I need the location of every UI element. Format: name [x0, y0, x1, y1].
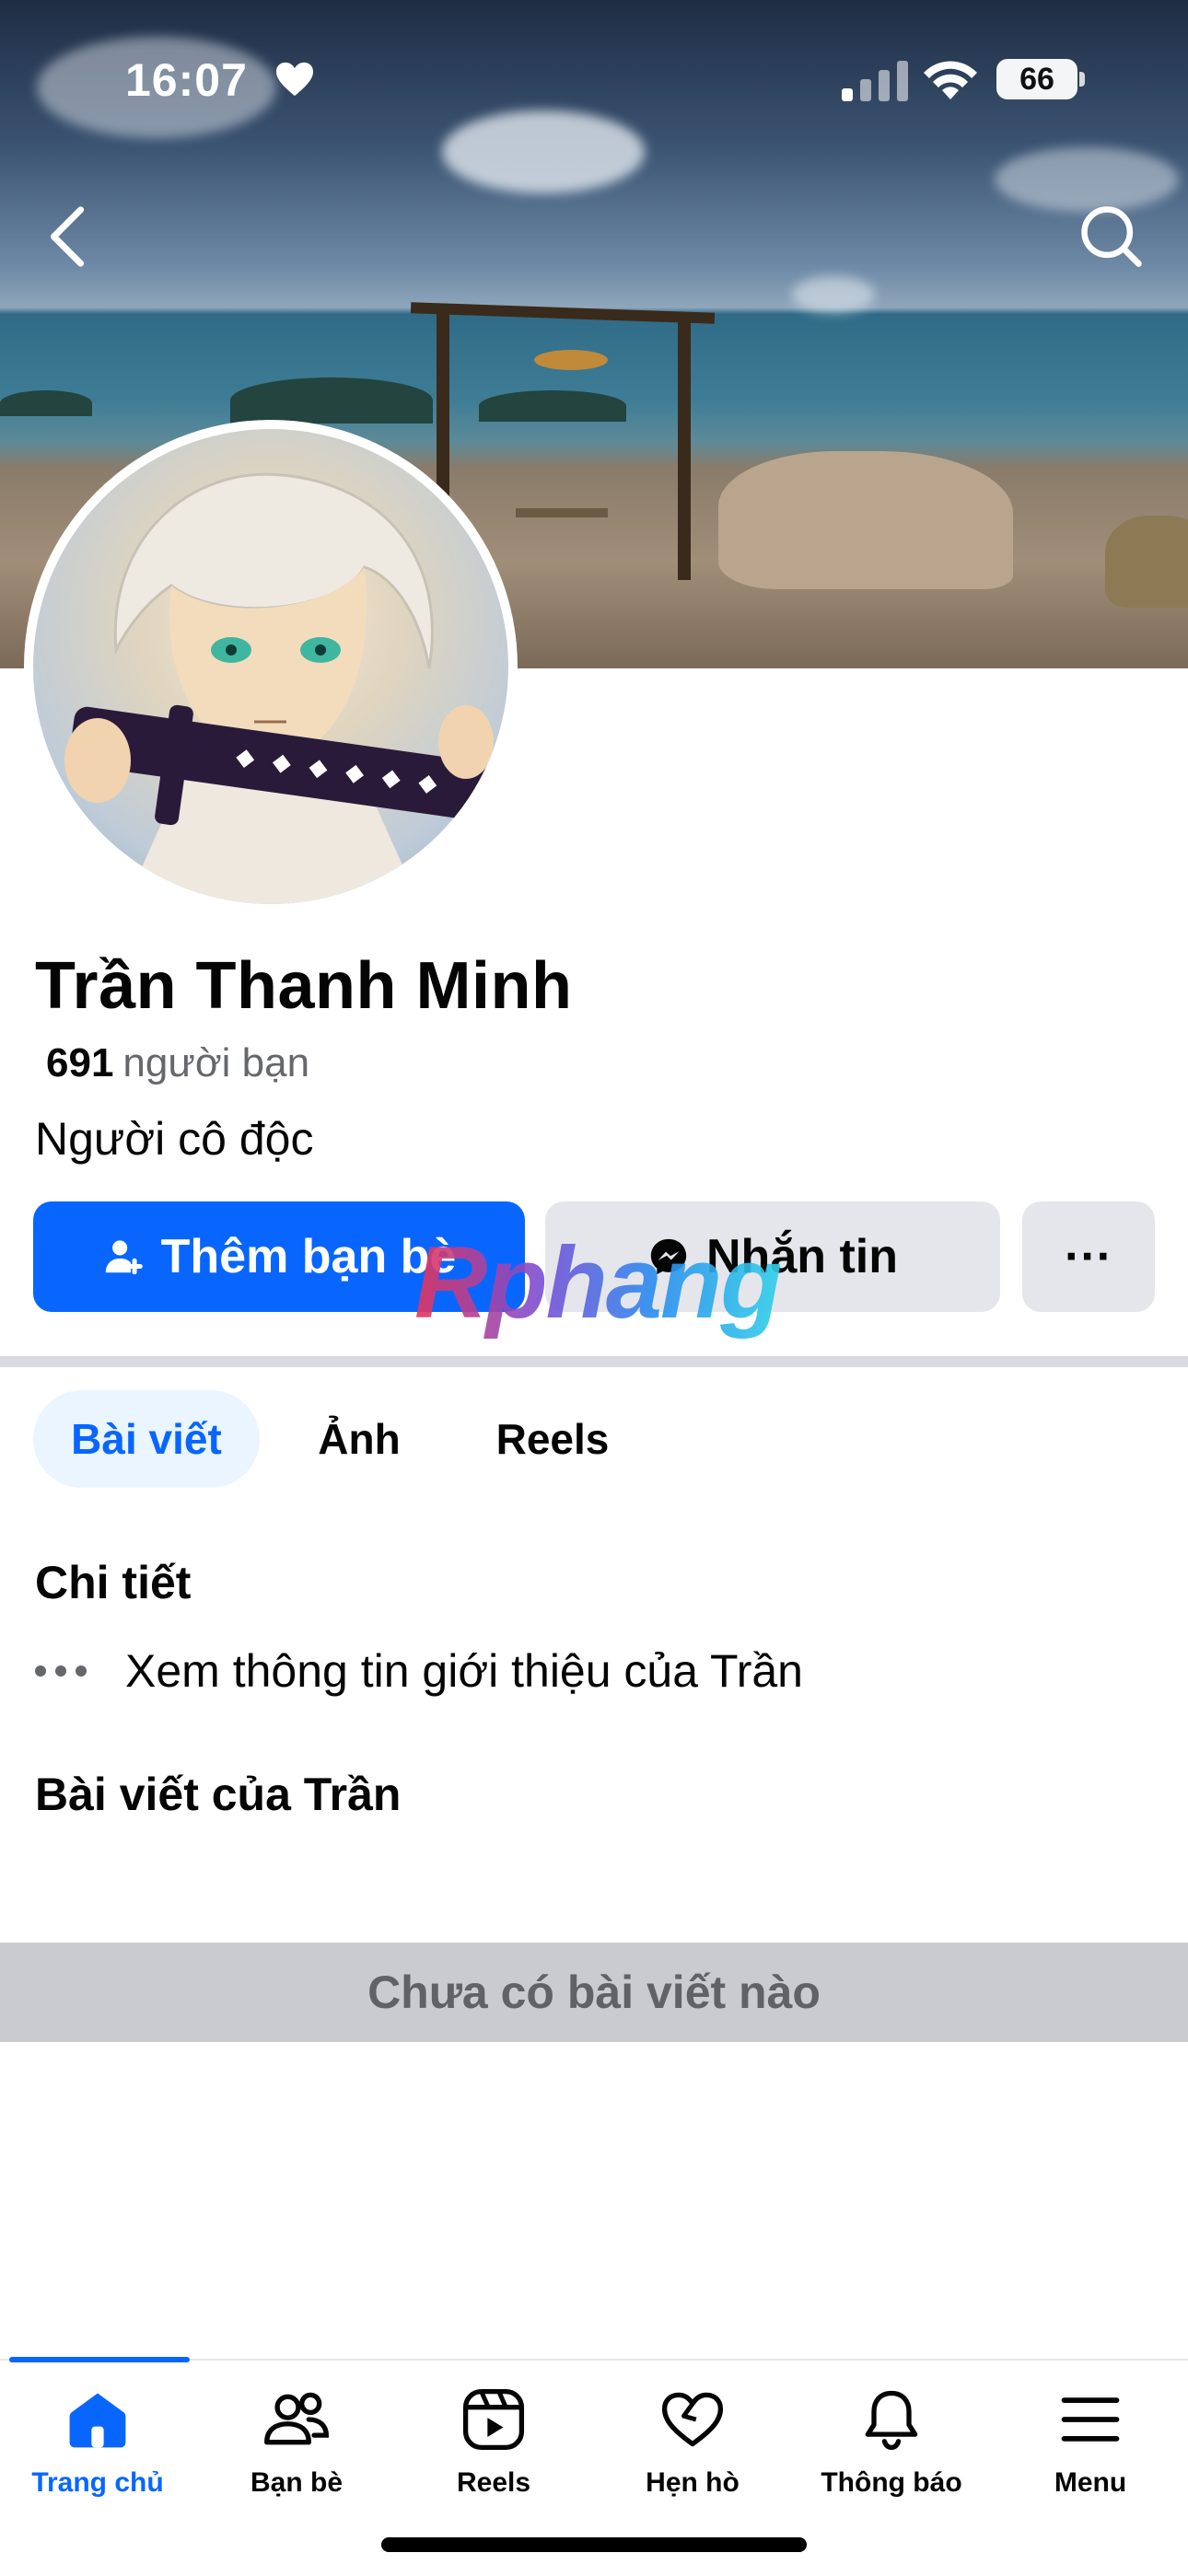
friends-label: người bạn — [122, 1040, 310, 1085]
friends-count-link[interactable]: 691 người bạn — [46, 1040, 309, 1086]
nav-friends-label: Bạn bè — [250, 2467, 344, 2498]
signal-icon — [842, 61, 908, 101]
friends-icon — [264, 2392, 329, 2445]
details-title: Chi tiết — [35, 1557, 192, 1608]
rock — [718, 451, 1013, 589]
profile-name: Trần Thanh Minh — [35, 949, 573, 1023]
more-options-label: ··· — [1065, 1230, 1112, 1283]
reels-icon — [462, 2388, 525, 2451]
posts-title: Bài viết của Trần — [35, 1769, 402, 1820]
nav-menu-label: Menu — [1054, 2467, 1127, 2498]
messenger-icon — [650, 1238, 687, 1275]
swing-beam — [410, 302, 716, 324]
search-icon[interactable] — [1076, 201, 1146, 271]
fish-sign — [534, 350, 608, 370]
rock — [1105, 516, 1188, 608]
section-divider — [0, 1356, 1188, 1367]
nav-menu[interactable]: Menu — [998, 2385, 1182, 2499]
anime-avatar-illustration — [64, 472, 495, 904]
tab-photos[interactable]: Ảnh — [304, 1390, 414, 1488]
more-options-button[interactable]: ··· — [1022, 1201, 1155, 1312]
active-tab-indicator — [9, 2357, 190, 2362]
tab-reels[interactable]: Reels — [479, 1390, 626, 1488]
battery-icon: 66 — [996, 59, 1077, 99]
nav-reels[interactable]: Reels — [402, 2385, 586, 2499]
island — [0, 390, 92, 416]
friends-count: 691 — [46, 1040, 114, 1085]
battery-tip — [1079, 72, 1085, 87]
cloud — [442, 110, 645, 193]
nav-friends[interactable]: Bạn bè — [204, 2385, 389, 2499]
nav-home-label: Trang chủ — [31, 2467, 164, 2498]
message-button[interactable]: Nhắn tin — [545, 1201, 1000, 1312]
add-person-icon — [105, 1240, 143, 1275]
nav-notifications[interactable]: Thông báo — [799, 2385, 984, 2499]
cloud — [792, 276, 875, 313]
swing-seat — [516, 508, 608, 517]
nav-reels-label: Reels — [456, 2467, 531, 2498]
back-chevron-icon[interactable] — [41, 204, 96, 269]
tab-posts[interactable]: Bài viết — [33, 1390, 260, 1488]
see-intro-label: Xem thông tin giới thiệu của Trần — [125, 1645, 803, 1697]
heart-icon — [276, 62, 313, 97]
nav-home[interactable]: Trang chủ — [6, 2385, 190, 2499]
tab-photos-label: Ảnh — [318, 1415, 401, 1463]
swing-post — [678, 313, 691, 580]
profile-bio: Người cô độc — [35, 1113, 314, 1165]
status-time: 16:07 — [125, 54, 248, 106]
tab-reels-label: Reels — [495, 1415, 610, 1463]
no-posts-message: Chưa có bài viết nào — [0, 1943, 1188, 2042]
tab-posts-label: Bài viết — [71, 1415, 222, 1463]
dating-heart-icon — [661, 2392, 724, 2447]
nav-dating-label: Hẹn hò — [646, 2467, 740, 2498]
wifi-icon — [924, 61, 977, 99]
bell-icon — [865, 2390, 918, 2451]
island — [479, 390, 626, 422]
more-dots-icon — [35, 1665, 87, 1677]
nav-dating[interactable]: Hẹn hò — [600, 2385, 785, 2499]
nav-notifications-label: Thông báo — [821, 2467, 962, 2498]
menu-icon — [1061, 2397, 1120, 2442]
island — [230, 377, 433, 424]
profile-avatar[interactable] — [24, 420, 518, 913]
no-posts-label: Chưa có bài viết nào — [367, 1967, 821, 2018]
see-intro-link[interactable]: Xem thông tin giới thiệu của Trần — [35, 1644, 803, 1698]
add-friend-button[interactable]: Thêm bạn bè — [33, 1201, 525, 1312]
message-label: Nhắn tin — [706, 1230, 898, 1283]
add-friend-label: Thêm bạn bè — [160, 1230, 457, 1283]
home-icon — [69, 2393, 126, 2448]
home-indicator — [381, 2537, 807, 2552]
avatar-image — [33, 429, 508, 904]
